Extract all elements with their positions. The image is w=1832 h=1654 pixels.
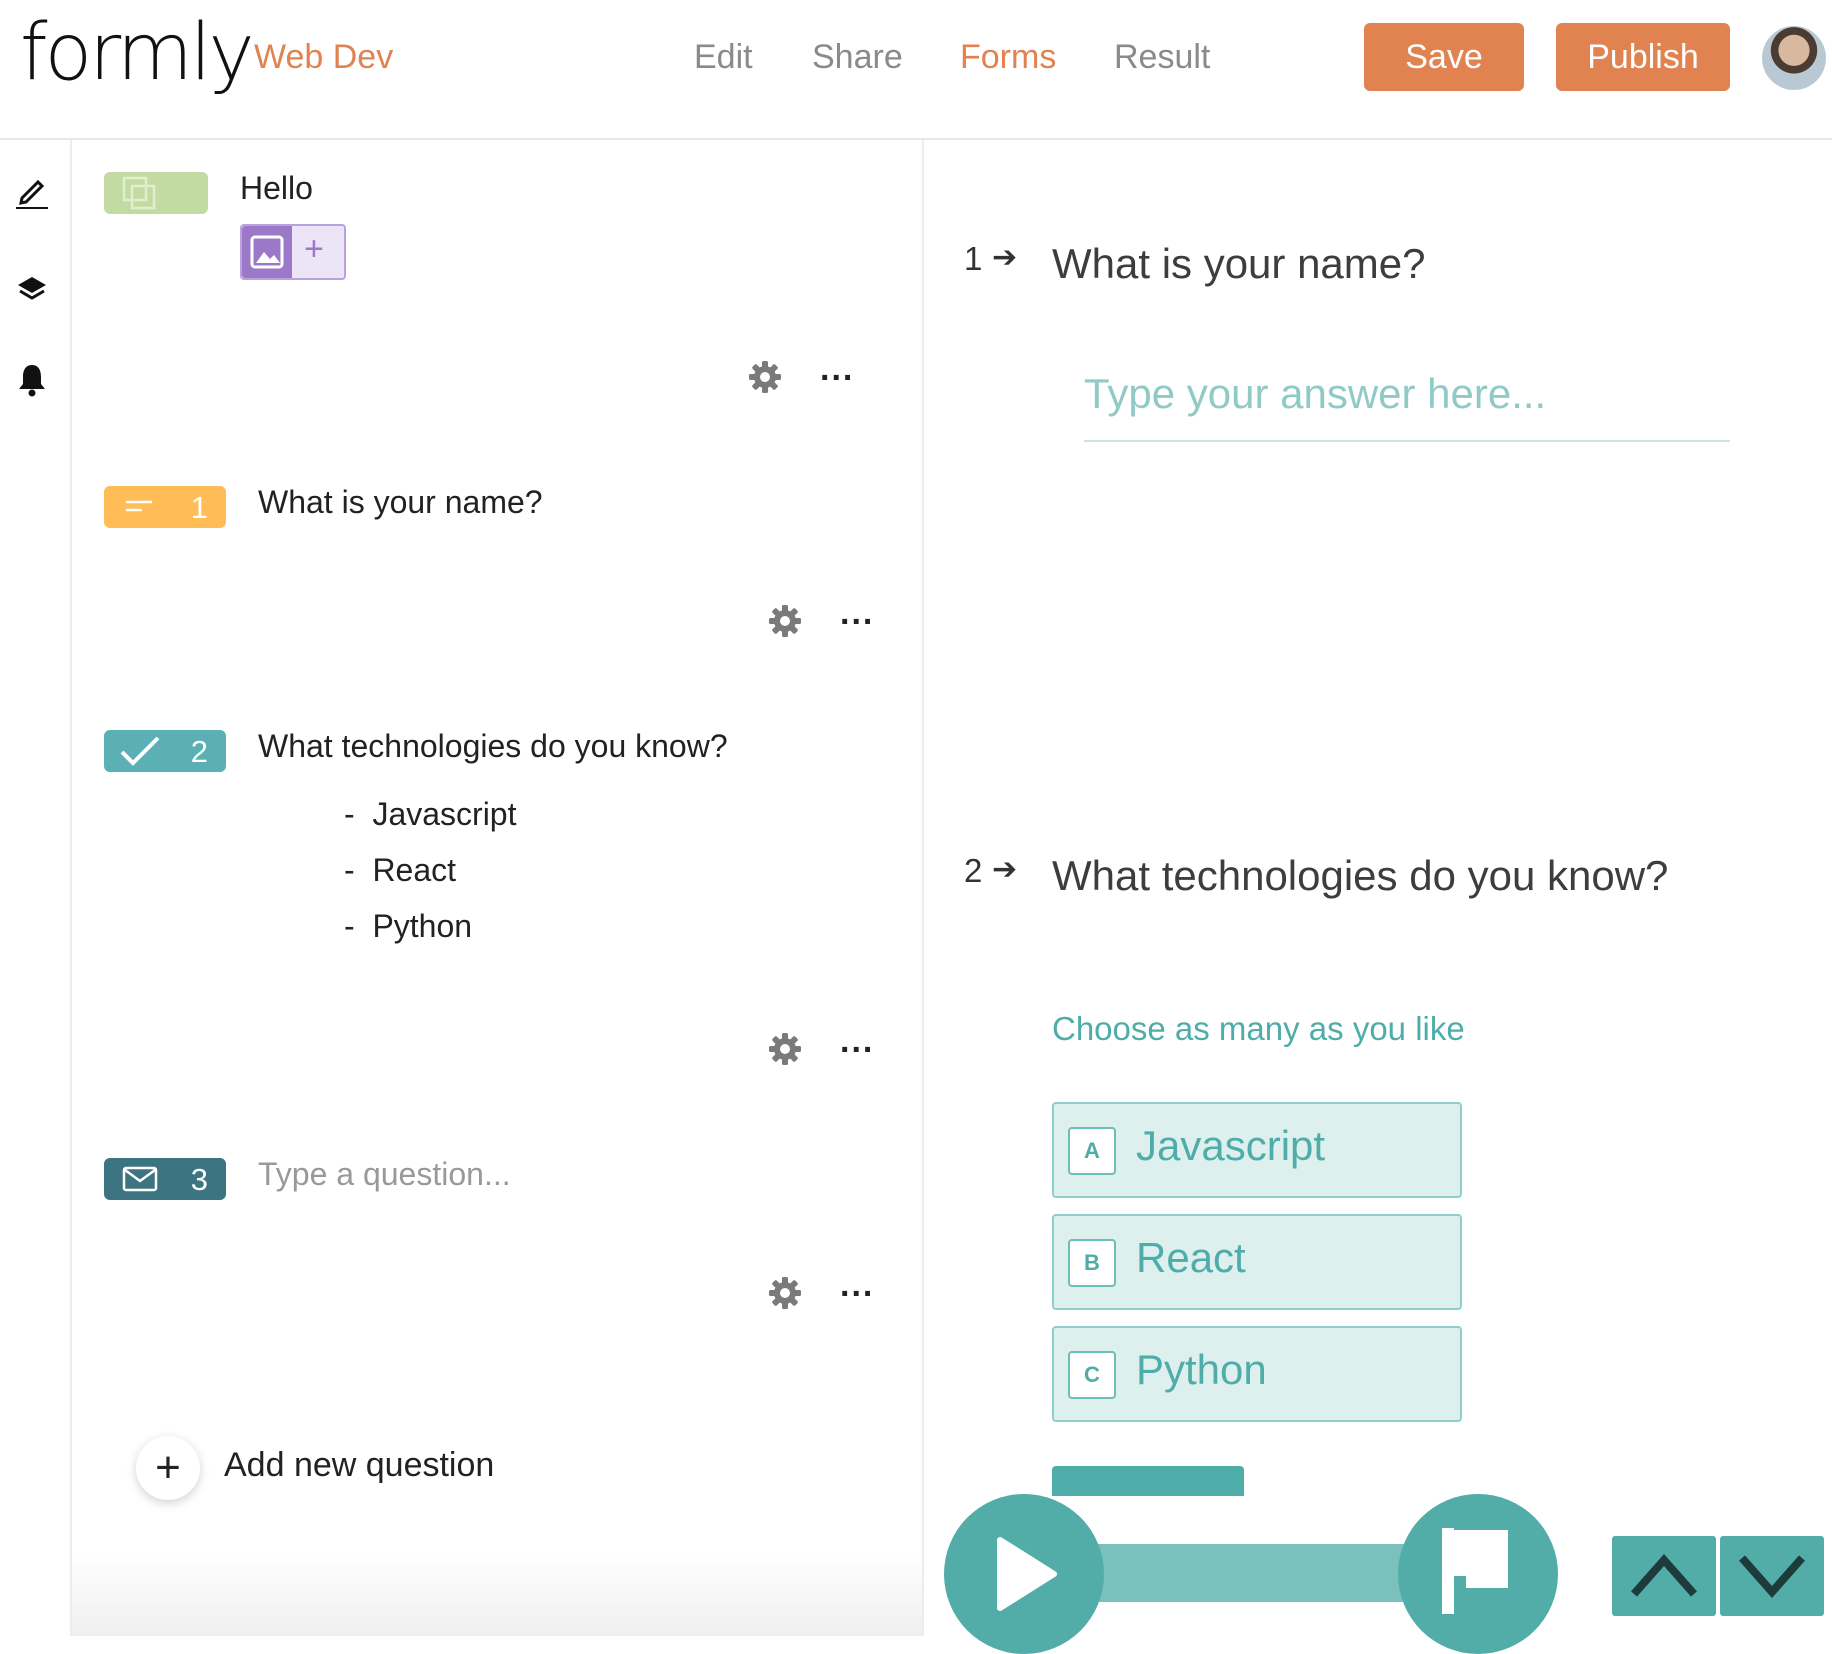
nav-edit[interactable]: Edit <box>694 38 753 77</box>
more-options-icon[interactable]: ... <box>840 594 874 633</box>
arrow-right-icon: ➔ <box>992 241 1018 274</box>
add-question-button[interactable]: + <box>136 1436 200 1500</box>
layers-icon[interactable] <box>14 272 50 308</box>
short-text-icon <box>126 500 152 512</box>
add-question-label[interactable]: Add new question <box>224 1446 494 1485</box>
choice-option-a[interactable]: A Javascript <box>1052 1102 1462 1198</box>
question-badge-2[interactable]: 2 <box>104 730 226 772</box>
preview-question-title-2: What technologies do you know? <box>1052 852 1669 899</box>
previous-question-button[interactable] <box>1612 1536 1716 1616</box>
progress-bar <box>1060 1544 1420 1602</box>
formly-logo[interactable]: formly <box>20 8 255 98</box>
question-badge-1[interactable]: 1 <box>104 486 226 528</box>
preview-question-title-1: What is your name? <box>1052 240 1426 287</box>
gear-icon[interactable] <box>768 604 802 638</box>
project-name[interactable]: Web Dev <box>254 38 393 77</box>
gear-icon[interactable] <box>748 360 782 394</box>
question-input-3[interactable]: Type a question... <box>258 1156 511 1193</box>
choice-key: A <box>1068 1127 1116 1175</box>
question-badge-3[interactable]: 3 <box>104 1158 226 1200</box>
form-editor: Hello + ... 1 What is your name? ... 2 W… <box>72 140 922 1636</box>
add-image-icon[interactable]: + <box>304 230 324 269</box>
question-title-2[interactable]: What technologies do you know? <box>258 728 728 765</box>
top-bar: formly Web Dev Edit Share Forms Result S… <box>0 0 1832 140</box>
choice-key: C <box>1068 1351 1116 1399</box>
gear-icon[interactable] <box>768 1276 802 1310</box>
form-preview: 1 ➔ What is your name? Type your answer … <box>924 140 1832 1636</box>
nav-result[interactable]: Result <box>1114 38 1210 77</box>
preview-question-number-1: 1 <box>964 240 983 277</box>
more-options-icon[interactable]: ... <box>840 1022 874 1061</box>
choice-option-c[interactable]: C Python <box>1052 1326 1462 1422</box>
next-question-button[interactable] <box>1720 1536 1824 1616</box>
question-number: 2 <box>190 734 208 769</box>
preview-question-number-2: 2 <box>964 852 983 889</box>
welcome-badge[interactable] <box>104 172 208 214</box>
checkmark-icon <box>120 736 160 766</box>
editor-bottom-fade <box>72 1556 922 1636</box>
play-button[interactable] <box>944 1494 1104 1654</box>
answer-input[interactable]: Type your answer here... <box>1084 370 1730 442</box>
choice-label: Python <box>1136 1346 1267 1393</box>
avatar[interactable] <box>1762 26 1826 90</box>
arrow-right-icon: ➔ <box>992 853 1018 886</box>
option-item[interactable]: - React <box>344 852 456 889</box>
finish-button[interactable] <box>1398 1494 1558 1654</box>
more-options-icon[interactable]: ... <box>840 1266 874 1305</box>
publish-button[interactable]: Publish <box>1556 23 1730 91</box>
flag-icon <box>1442 1528 1508 1614</box>
gear-icon[interactable] <box>768 1032 802 1066</box>
option-item[interactable]: - Javascript <box>344 796 516 833</box>
chevron-up-icon <box>1631 1553 1697 1597</box>
choice-label: Javascript <box>1136 1122 1326 1169</box>
choice-key: B <box>1068 1239 1116 1287</box>
question-title-1[interactable]: What is your name? <box>258 484 543 521</box>
image-icon <box>250 235 284 269</box>
plus-icon: + <box>155 1443 181 1492</box>
question-number: 3 <box>190 1162 208 1197</box>
choice-option-b[interactable]: B React <box>1052 1214 1462 1310</box>
option-item[interactable]: - Python <box>344 908 472 945</box>
left-rail <box>0 140 72 1636</box>
welcome-title[interactable]: Hello <box>240 170 313 207</box>
chevron-down-icon <box>1739 1555 1805 1599</box>
nav-share[interactable]: Share <box>812 38 903 77</box>
image-block[interactable]: + <box>240 224 346 280</box>
save-button[interactable]: Save <box>1364 23 1524 91</box>
copy-icon <box>122 176 156 210</box>
more-options-icon[interactable]: ... <box>820 350 854 389</box>
pencil-icon[interactable] <box>14 174 50 210</box>
play-icon <box>997 1537 1057 1611</box>
nav-forms[interactable]: Forms <box>960 38 1056 77</box>
mail-icon <box>122 1166 158 1192</box>
bell-icon[interactable] <box>14 362 50 398</box>
choice-hint: Choose as many as you like <box>1052 1010 1465 1047</box>
ok-button[interactable] <box>1052 1466 1244 1496</box>
question-number: 1 <box>190 490 208 525</box>
choice-label: React <box>1136 1234 1246 1281</box>
